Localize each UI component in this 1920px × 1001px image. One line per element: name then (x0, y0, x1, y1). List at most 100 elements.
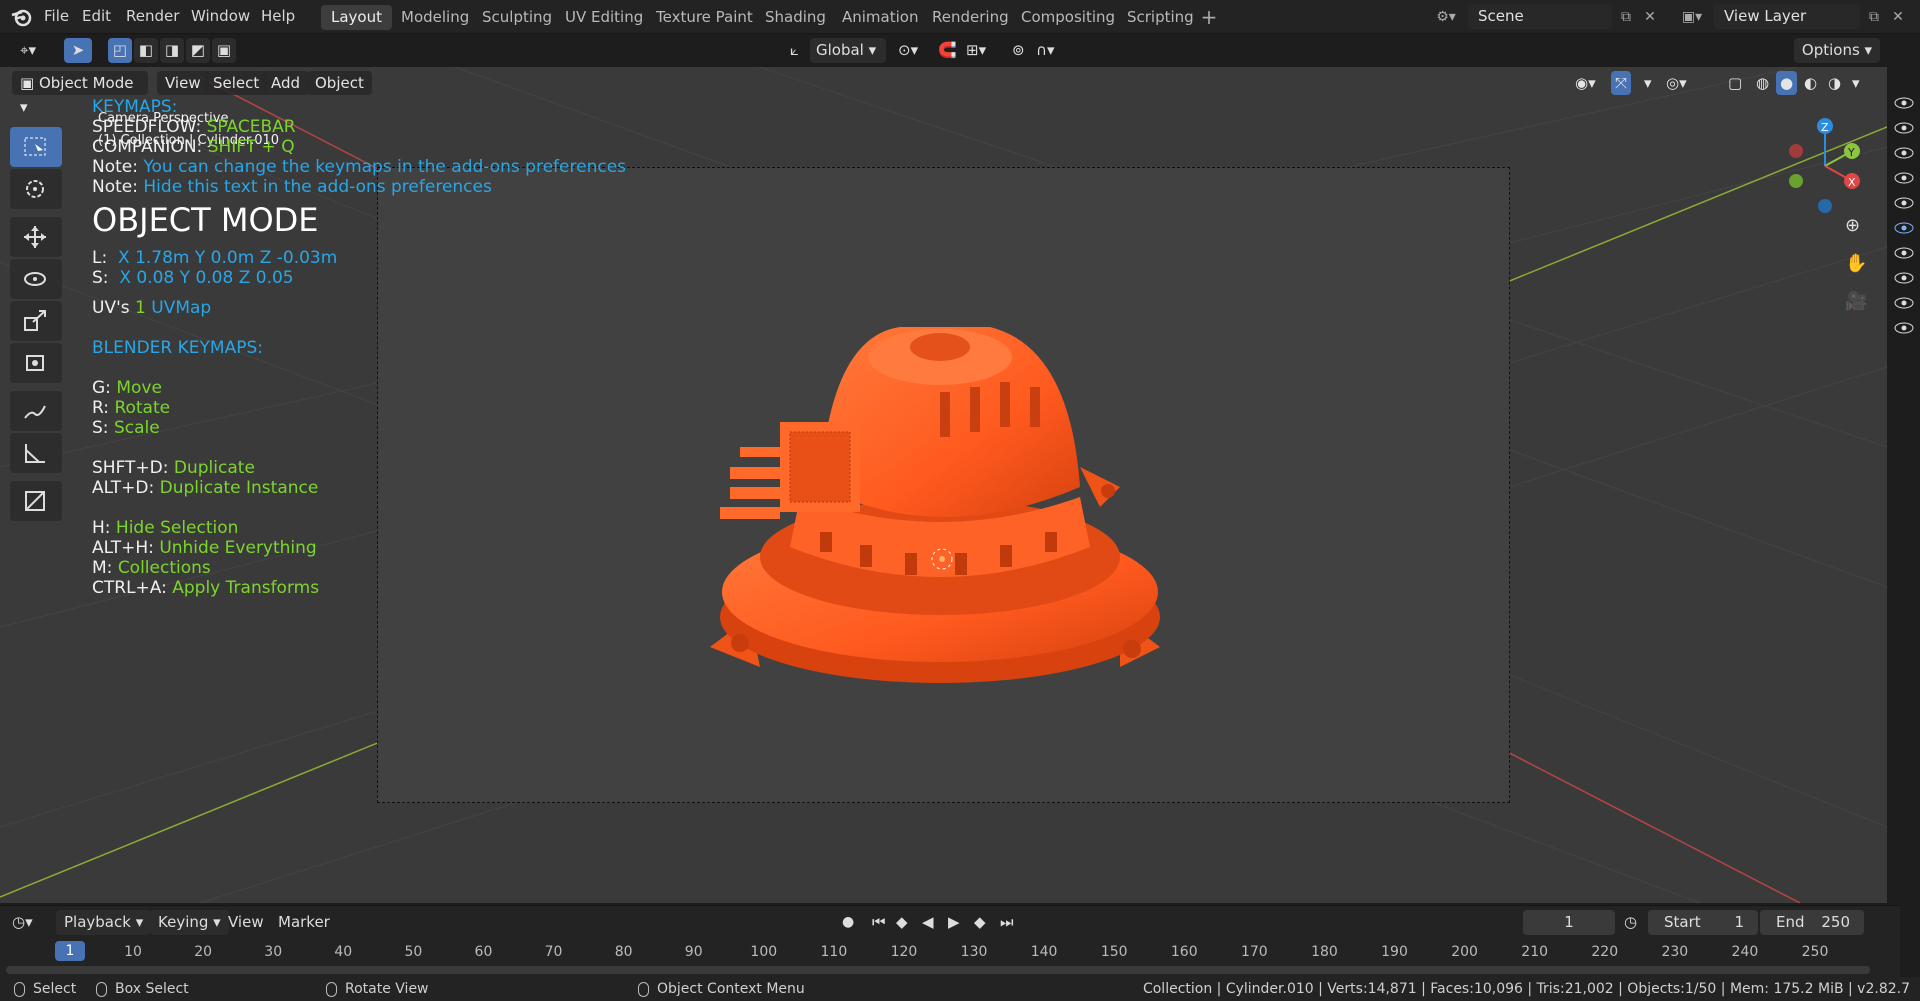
prev-keyframe-icon[interactable]: ◆ (896, 910, 908, 935)
wireframe-shading-icon[interactable]: ◍ (1752, 71, 1773, 95)
select-mode-subtract-icon[interactable]: ◨ (160, 38, 184, 63)
snap-target-icon[interactable]: ⊞▾ (966, 38, 986, 63)
preview-range-icon[interactable]: ◷ (1624, 910, 1637, 935)
scene-selector-icon[interactable]: ⚙▾ (1428, 5, 1464, 29)
eye-icon[interactable] (1894, 272, 1914, 284)
eye-icon[interactable] (1894, 147, 1914, 159)
tab-layout[interactable]: Layout (321, 5, 392, 30)
eye-icon[interactable] (1894, 247, 1914, 259)
blender-logo-icon[interactable] (10, 6, 32, 28)
scale-tool[interactable] (10, 301, 62, 341)
timeline-view-menu[interactable]: View (228, 910, 264, 935)
timeline-scrollbar[interactable] (6, 966, 1870, 974)
add-cube-tool[interactable] (10, 481, 62, 521)
gizmo-dropdown-icon[interactable]: ▾ (1640, 71, 1656, 95)
shortcut-duplicate-instance: ALT+D: Duplicate Instance (92, 478, 319, 498)
zoom-icon[interactable]: ⊕ (1845, 215, 1860, 236)
transform-orientation-dropdown[interactable]: Global ▾ (810, 38, 886, 63)
menu-window[interactable]: Window (191, 7, 250, 25)
add-menu[interactable]: Add (263, 71, 309, 95)
eye-icon[interactable] (1894, 122, 1914, 134)
snap-toggle-icon[interactable]: 🧲 (938, 38, 957, 63)
gizmo-toggle-icon[interactable]: ⤧ (1611, 71, 1632, 95)
start-frame-field[interactable]: Start 1 (1648, 910, 1758, 935)
play-reverse-icon[interactable]: ◀ (922, 910, 934, 935)
select-box-tool[interactable] (10, 127, 62, 167)
solid-shading-icon[interactable]: ● (1776, 71, 1798, 95)
next-keyframe-icon[interactable]: ◆ (974, 910, 986, 935)
keying-menu[interactable]: Keying ▾ (150, 910, 229, 935)
scale-icon (24, 310, 46, 331)
pivot-point-icon[interactable]: ⊙▾ (898, 38, 918, 63)
eye-icon[interactable] (1894, 172, 1914, 184)
mode-dropdown[interactable]: ▣ Object Mode ▾ (12, 71, 148, 116)
scene-name-field[interactable]: Scene (1468, 4, 1612, 29)
visibility-icon[interactable]: ◉▾ (1567, 71, 1604, 95)
proportional-edit-icon[interactable]: ⊚ (1012, 38, 1025, 63)
material-shading-icon[interactable]: ◐ (1800, 71, 1821, 95)
jump-start-icon[interactable]: ⏮ (872, 910, 886, 935)
menu-help[interactable]: Help (261, 7, 295, 25)
end-frame-field[interactable]: End 250 (1760, 910, 1864, 935)
options-dropdown[interactable]: Options ▾ (1794, 38, 1880, 63)
view-layer-name-field[interactable]: View Layer (1714, 4, 1860, 29)
turret-object[interactable] (700, 247, 1180, 697)
select-mode-intersect-icon[interactable]: ▣ (212, 38, 236, 63)
view-menu[interactable]: View (157, 71, 209, 95)
timeline-editor-type-icon[interactable]: ◷▾ (12, 910, 33, 935)
cursor-tool[interactable] (10, 169, 62, 209)
pan-hand-icon[interactable]: ✋ (1845, 253, 1867, 274)
record-icon[interactable]: ● (842, 910, 854, 935)
menu-render[interactable]: Render (126, 7, 179, 25)
select-mode-extend-icon[interactable]: ◧ (134, 38, 158, 63)
playback-menu[interactable]: Playback ▾ (56, 910, 152, 935)
tab-modeling[interactable]: Modeling (391, 5, 479, 30)
navigation-gizmo[interactable]: Z Y X (1770, 111, 1870, 221)
overlays-icon[interactable]: ◎▾ (1662, 71, 1691, 95)
select-mode-difference-icon[interactable]: ◩ (186, 38, 210, 63)
tab-scripting[interactable]: Scripting (1117, 5, 1204, 30)
tab-compositing[interactable]: Compositing (1011, 5, 1125, 30)
view-layer-selector-icon[interactable]: ▣▾ (1674, 5, 1710, 29)
tab-texture-paint[interactable]: Texture Paint (646, 5, 763, 30)
eye-icon-selected[interactable] (1894, 222, 1914, 234)
play-icon[interactable]: ▶ (948, 910, 960, 935)
annotate-tool[interactable] (10, 391, 62, 431)
overlay-note-2: Note: Hide this text in the add-ons pref… (92, 177, 492, 197)
xray-icon[interactable]: ▢ (1724, 71, 1746, 95)
proportional-falloff-icon[interactable]: ∩▾ (1036, 38, 1055, 63)
tab-rendering[interactable]: Rendering (922, 5, 1019, 30)
eye-icon[interactable] (1894, 97, 1914, 109)
select-menu[interactable]: Select (205, 71, 268, 95)
select-mode-new-icon[interactable]: ◰ (108, 38, 132, 63)
tab-animation[interactable]: Animation (832, 5, 928, 30)
rotate-tool[interactable] (10, 259, 62, 299)
menu-file[interactable]: File (44, 7, 69, 25)
measure-tool[interactable] (10, 433, 62, 473)
menu-edit[interactable]: Edit (82, 7, 111, 25)
eye-icon[interactable] (1894, 297, 1914, 309)
new-view-layer-icon[interactable]: ⧉ (1862, 5, 1886, 29)
camera-view-icon[interactable]: 🎥 (1845, 291, 1867, 312)
3d-viewport[interactable]: ▣ Object Mode ▾ View Select Add Object ◉… (0, 67, 1887, 903)
add-workspace-button[interactable]: + (1198, 6, 1220, 28)
current-frame-field[interactable]: 1 (1523, 910, 1615, 935)
jump-end-icon[interactable]: ⏭ (1000, 910, 1014, 935)
marker-menu[interactable]: Marker (278, 910, 330, 935)
transform-tool[interactable] (10, 343, 62, 383)
delete-scene-icon[interactable]: ✕ (1638, 5, 1662, 29)
eye-icon[interactable] (1894, 322, 1914, 334)
rendered-shading-icon[interactable]: ◑ (1824, 71, 1845, 95)
eye-icon[interactable] (1894, 197, 1914, 209)
tab-shading[interactable]: Shading (755, 5, 836, 30)
tab-uv-editing[interactable]: UV Editing (555, 5, 653, 30)
mouse-drag-icon (96, 981, 107, 997)
tab-sculpting[interactable]: Sculpting (472, 5, 562, 30)
object-menu[interactable]: Object (307, 71, 372, 95)
select-tool-icon[interactable]: ➤ (64, 38, 92, 63)
move-tool[interactable] (10, 217, 62, 257)
editor-type-icon[interactable]: ⌖▾ (8, 38, 48, 63)
delete-view-layer-icon[interactable]: ✕ (1886, 5, 1910, 29)
shading-options-icon[interactable]: ▾ (1848, 71, 1864, 95)
new-scene-icon[interactable]: ⧉ (1614, 5, 1638, 29)
